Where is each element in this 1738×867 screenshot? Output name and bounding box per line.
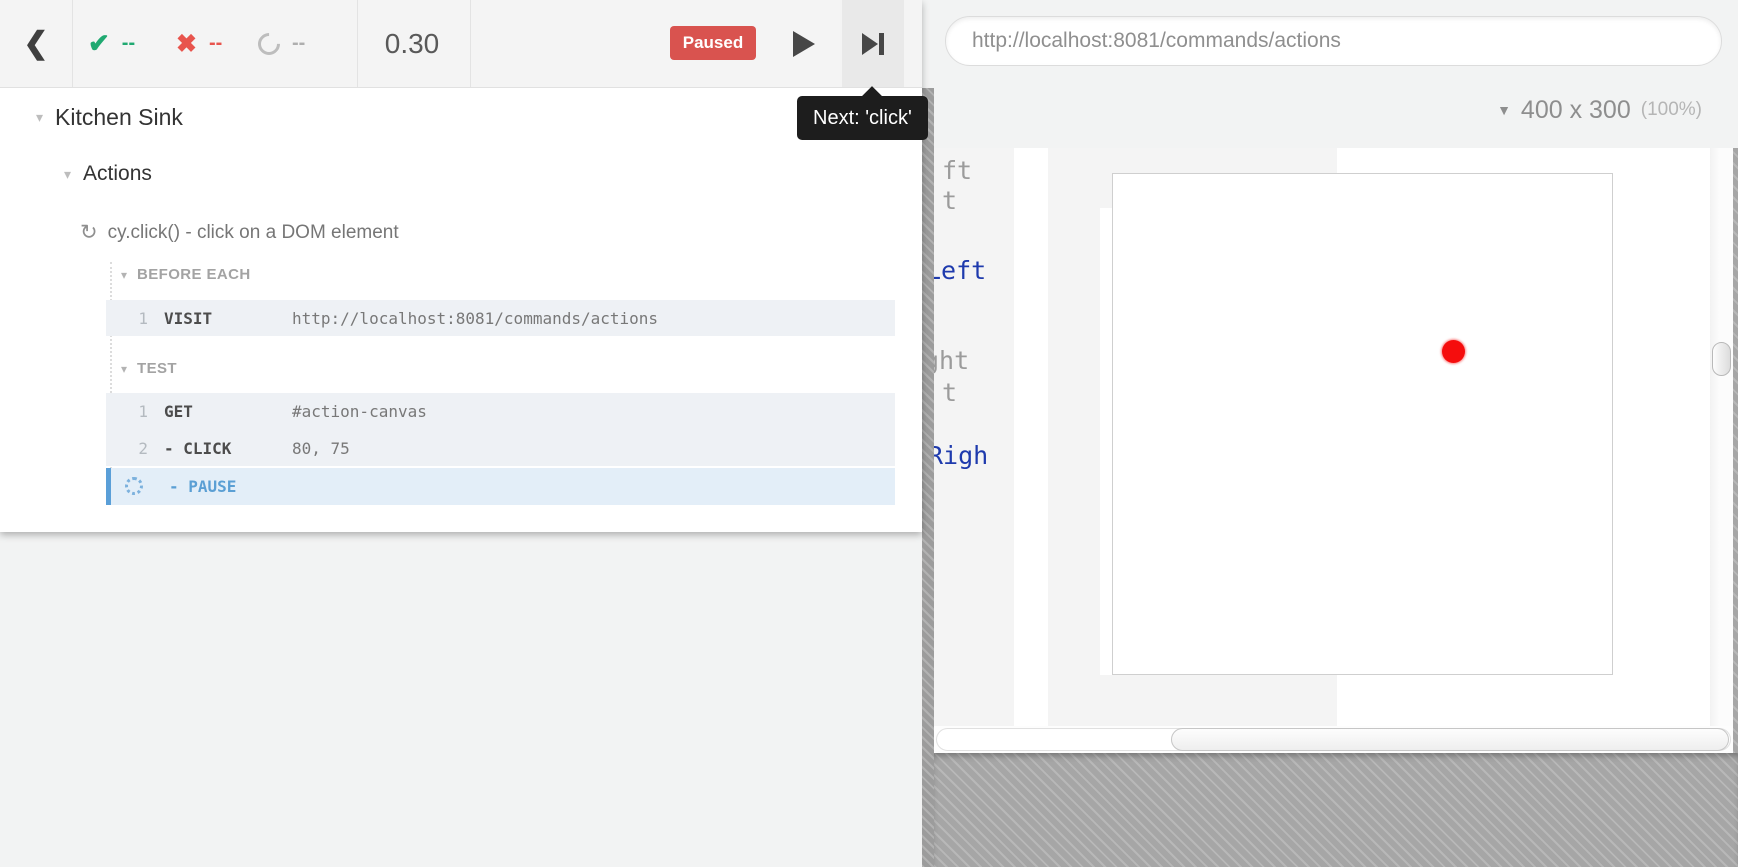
suite-kitchen-sink[interactable]: ▾ Kitchen Sink xyxy=(36,104,183,131)
command-name: VISIT xyxy=(164,309,292,328)
suite-label: Actions xyxy=(83,162,152,186)
play-icon xyxy=(791,29,817,59)
code-block-left xyxy=(934,148,1014,726)
hook-before-each[interactable]: ▾ BEFORE EACH xyxy=(121,266,251,283)
viewport-menu[interactable]: ▼ 400 x 300 (100%) xyxy=(1400,92,1702,128)
clipped-text: t xyxy=(942,378,957,407)
code-block-right-col xyxy=(1048,148,1100,726)
failed-stat[interactable]: ✖ -- xyxy=(176,0,222,87)
hook-test[interactable]: ▾ TEST xyxy=(121,360,177,377)
command-number: 2 xyxy=(106,439,148,458)
clipped-text-blue: Left xyxy=(934,256,986,285)
hook-name: TEST xyxy=(137,360,177,377)
code-block-right-bottom xyxy=(1048,675,1337,726)
pending-count: -- xyxy=(292,32,305,55)
chevron-down-icon[interactable]: ▾ xyxy=(36,109,43,126)
vertical-scrollbar-thumb[interactable] xyxy=(1712,342,1731,376)
pending-stat[interactable]: -- xyxy=(258,0,305,87)
command-row-click[interactable]: 2 - CLICK 80, 75 xyxy=(106,430,895,466)
test-title: cy.click() - click on a DOM element xyxy=(108,222,399,244)
command-message: 80, 75 xyxy=(292,439,350,458)
clipped-text: ft xyxy=(942,156,972,185)
reporter-toolbar: ❮ ✔ -- ✖ -- -- 0.30 Paused xyxy=(0,0,922,88)
aut-url: http://localhost:8081/commands/actions xyxy=(972,29,1341,53)
toolbar-separator xyxy=(357,0,358,87)
stage-backdrop-right xyxy=(1733,148,1738,753)
stage-backdrop-bottom xyxy=(934,753,1738,867)
command-row-get[interactable]: 1 GET #action-canvas xyxy=(106,393,895,430)
viewport-scale: (100%) xyxy=(1641,99,1702,121)
running-sync-icon: ↻ xyxy=(80,220,98,245)
command-row-visit[interactable]: 1 VISIT http://localhost:8081/commands/a… xyxy=(106,300,895,336)
clipped-text: t xyxy=(942,186,957,215)
horizontal-scrollbar-thumb[interactable] xyxy=(1171,728,1729,751)
suite-label: Kitchen Sink xyxy=(55,104,183,131)
command-number: 1 xyxy=(106,309,148,328)
clipped-text-blue: Righ xyxy=(934,441,988,470)
viewport-size: 400 x 300 xyxy=(1521,96,1631,125)
chevron-down-icon[interactable]: ▾ xyxy=(64,166,71,183)
failed-count: -- xyxy=(209,32,222,55)
action-canvas[interactable] xyxy=(1112,173,1613,675)
command-name: - CLICK xyxy=(164,439,292,458)
command-name: - PAUSE xyxy=(169,477,297,496)
command-message: http://localhost:8081/commands/actions xyxy=(292,309,658,328)
horizontal-scrollbar[interactable] xyxy=(934,726,1733,753)
cross-icon: ✖ xyxy=(176,29,197,59)
toolbar-separator xyxy=(72,0,73,87)
chevron-down-icon[interactable]: ▾ xyxy=(121,268,127,282)
aut-url-bar[interactable]: http://localhost:8081/commands/actions xyxy=(945,16,1722,66)
paused-badge: Paused xyxy=(670,26,756,60)
command-row-pause[interactable]: - PAUSE xyxy=(106,468,895,505)
pending-circle-icon xyxy=(253,28,284,59)
suite-actions[interactable]: ▾ Actions xyxy=(64,162,152,186)
command-message: #action-canvas xyxy=(292,402,427,421)
check-icon: ✔ xyxy=(88,28,110,59)
spinner-icon xyxy=(125,477,143,495)
reporter-panel: ❮ ✔ -- ✖ -- -- 0.30 Paused xyxy=(0,0,922,532)
passed-count: -- xyxy=(122,32,135,55)
next-step-tooltip: Next: 'click' xyxy=(797,96,928,140)
click-dot xyxy=(1442,340,1465,363)
hook-name: BEFORE EACH xyxy=(137,266,251,283)
resume-button[interactable] xyxy=(778,0,830,87)
vertical-scrollbar[interactable] xyxy=(1710,148,1733,726)
aut-stage: ft t Left ght t Righ xyxy=(934,148,1738,867)
next-step-button[interactable] xyxy=(842,0,904,87)
test-duration: 0.30 xyxy=(362,0,462,87)
passed-stat[interactable]: ✔ -- xyxy=(88,0,135,87)
toolbar-separator xyxy=(470,0,471,87)
back-button[interactable]: ❮ xyxy=(12,0,60,87)
aut-iframe[interactable]: ft t Left ght t Righ xyxy=(934,148,1710,726)
clipped-text: ght xyxy=(934,346,969,375)
step-forward-icon xyxy=(860,29,886,59)
test-row[interactable]: ↻ cy.click() - click on a DOM element xyxy=(80,220,399,245)
command-number: 1 xyxy=(106,402,148,421)
panel-resizer[interactable] xyxy=(922,88,934,867)
command-name: GET xyxy=(164,402,292,421)
chevron-down-icon[interactable]: ▼ xyxy=(1497,102,1511,118)
chevron-down-icon[interactable]: ▾ xyxy=(121,362,127,376)
